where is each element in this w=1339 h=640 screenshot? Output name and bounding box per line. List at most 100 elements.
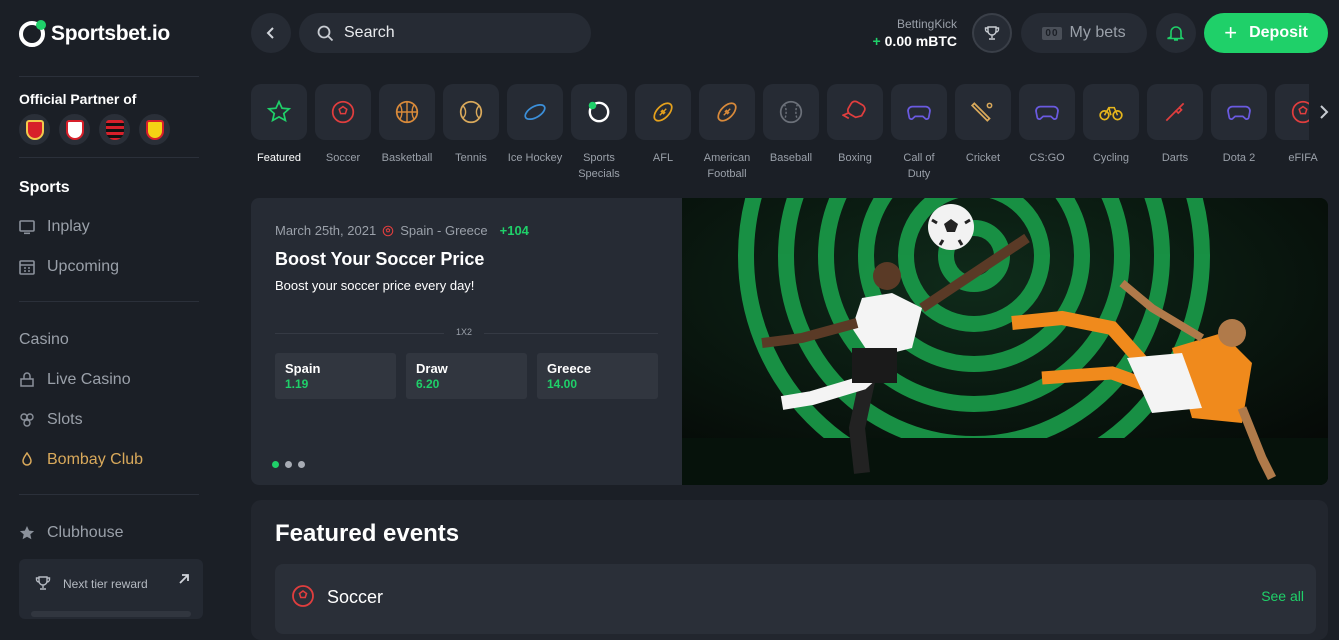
balance-widget[interactable]: BettingKick +0.00 mBTC — [872, 17, 957, 49]
search-input[interactable] — [344, 24, 564, 42]
carousel-dot[interactable] — [298, 461, 305, 468]
sports-category-bar: Featured Soccer Basketball Tennis Ice Ho… — [251, 84, 1339, 184]
category-dota-2[interactable]: Dota 2 — [1211, 84, 1267, 166]
category-label: eFIFA — [1288, 152, 1318, 164]
sports-heading[interactable]: Sports — [19, 179, 70, 197]
partner-title: Official Partner of — [19, 91, 137, 107]
category-label: Cricket — [965, 152, 1001, 164]
category-label: Ice Hockey — [507, 152, 563, 164]
sidebar-item-upcoming[interactable]: Upcoming — [19, 258, 119, 276]
category-featured[interactable]: Featured — [251, 84, 307, 166]
sidebar-item-live-casino[interactable]: Live Casino — [19, 371, 131, 389]
promo-date: March 25th, 2021 — [275, 223, 377, 238]
afl-ball-icon — [653, 102, 673, 122]
back-button[interactable] — [251, 13, 291, 53]
see-all-link[interactable]: See all — [1261, 588, 1304, 604]
soccer-ball-icon — [292, 585, 314, 607]
sidebar-item-label: Upcoming — [47, 258, 120, 275]
divider — [19, 157, 199, 158]
balance-amount: 0.00 mBTC — [884, 33, 957, 49]
rewards-button[interactable] — [972, 13, 1012, 53]
search-bar[interactable] — [299, 13, 591, 53]
plus-icon: + — [1224, 20, 1238, 45]
category-label: Dota 2 — [1222, 152, 1256, 164]
category-label: Sports Specials — [578, 152, 620, 180]
promo-banner[interactable]: March 25th, 2021 Spain - Greece +104 Boo… — [251, 198, 1328, 485]
gamepad-icon — [907, 105, 931, 120]
category-tennis[interactable]: Tennis — [443, 84, 499, 166]
carousel-dot[interactable] — [285, 461, 292, 468]
arsenal-crest-icon[interactable] — [19, 114, 50, 145]
category-cricket[interactable]: Cricket — [955, 84, 1011, 166]
odds-button-draw[interactable]: Draw 6.20 — [406, 353, 527, 399]
hockey-puck-icon — [524, 103, 546, 121]
promo-match[interactable]: Spain - Greece — [400, 223, 487, 238]
sidebar-item-clubhouse[interactable]: Clubhouse — [19, 524, 124, 542]
odds-outcome: Greece — [547, 361, 592, 376]
odds-button-greece[interactable]: Greece 14.00 — [537, 353, 658, 399]
promo-image-soccer-players — [682, 198, 1328, 485]
deposit-button[interactable]: + Deposit — [1204, 13, 1328, 53]
arrow-up-right-icon[interactable] — [177, 571, 191, 591]
category-csgo[interactable]: CS:GO — [1019, 84, 1075, 166]
partner-clubs — [19, 114, 170, 145]
trophy-icon — [35, 575, 51, 594]
divider — [19, 76, 199, 77]
category-soccer[interactable]: Soccer — [315, 84, 371, 166]
logo-mark-icon — [19, 20, 46, 47]
sidebar-item-label: Inplay — [47, 218, 90, 235]
promo-subtitle: Boost your soccer price every day! — [275, 278, 475, 293]
chevron-right-icon — [1320, 105, 1329, 119]
divider — [19, 494, 199, 495]
sidebar-item-label: Slots — [47, 411, 83, 428]
category-afl[interactable]: AFL — [635, 84, 691, 166]
my-bets-label: My bets — [1069, 24, 1126, 41]
sidebar-item-inplay[interactable]: Inplay — [19, 218, 90, 236]
next-tier-card[interactable]: Next tier reward — [19, 559, 203, 619]
flamengo-crest-icon[interactable] — [99, 114, 130, 145]
category-darts[interactable]: Darts — [1147, 84, 1203, 166]
search-icon — [317, 25, 334, 41]
southampton-crest-icon[interactable] — [59, 114, 90, 145]
bicycle-icon — [1099, 106, 1123, 121]
category-label: Baseball — [769, 152, 813, 164]
trophy-icon — [984, 26, 1000, 40]
featured-sport-name: Soccer — [327, 587, 384, 607]
sidebar-item-label: Clubhouse — [47, 524, 124, 541]
category-label: Tennis — [455, 152, 487, 164]
categories-next-button[interactable] — [1309, 84, 1339, 140]
category-basketball[interactable]: Basketball — [379, 84, 435, 166]
category-label: American Football — [703, 152, 751, 180]
live-casino-icon — [19, 372, 35, 388]
featured-sport-row[interactable]: Soccer See all — [275, 564, 1316, 634]
category-baseball[interactable]: Baseball — [763, 84, 819, 166]
promo-illustration — [682, 198, 1328, 485]
category-ice-hockey[interactable]: Ice Hockey — [507, 84, 563, 166]
category-sports-specials[interactable]: Sports Specials — [571, 84, 627, 182]
category-boxing[interactable]: Boxing — [827, 84, 883, 166]
chevron-left-icon — [266, 27, 274, 39]
category-american-football[interactable]: American Football — [699, 84, 755, 182]
sidebar-item-bombay-club[interactable]: Bombay Club — [19, 451, 143, 469]
odds-button-spain[interactable]: Spain 1.19 — [275, 353, 396, 399]
bell-icon — [1167, 26, 1185, 41]
more-markets-count[interactable]: +104 — [500, 223, 529, 238]
bets-count-badge: 00 — [1042, 26, 1062, 40]
notifications-button[interactable] — [1156, 13, 1196, 53]
category-call-of-duty[interactable]: Call of Duty — [891, 84, 947, 182]
soccer-ball-icon — [331, 100, 355, 124]
american-football-icon — [717, 102, 737, 122]
category-cycling[interactable]: Cycling — [1083, 84, 1139, 166]
bombay-club-icon — [19, 452, 35, 468]
brand-logo[interactable]: Sportsbet.io — [19, 20, 170, 47]
sidebar-item-slots[interactable]: Slots — [19, 411, 83, 429]
casino-heading[interactable]: Casino — [19, 331, 69, 349]
watford-crest-icon[interactable] — [139, 114, 170, 145]
dart-icon — [1165, 102, 1185, 122]
market-name: 1X2 — [444, 327, 485, 337]
basketball-icon — [395, 100, 419, 124]
carousel-dot-active[interactable] — [272, 461, 279, 468]
my-bets-button[interactable]: 00 My bets — [1021, 13, 1147, 53]
category-label: Cycling — [1092, 152, 1130, 164]
category-label: AFL — [652, 152, 674, 164]
